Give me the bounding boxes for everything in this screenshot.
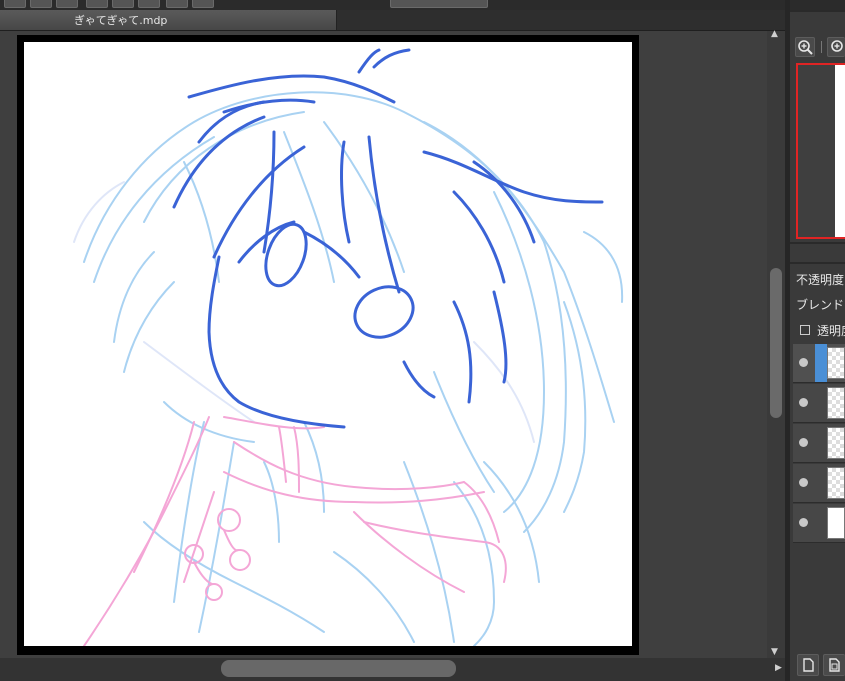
toolbar-button[interactable] [192,0,214,8]
visibility-eye-icon[interactable] [799,398,808,407]
divider [790,10,845,12]
layer-buttons [790,650,845,681]
toolbar-button[interactable] [112,0,134,8]
top-toolbar [0,0,845,10]
layer-thumbnail [827,507,845,539]
zoom-plus-icon[interactable] [827,37,845,57]
visibility-eye-icon[interactable] [799,438,808,447]
toolbar-button[interactable] [30,0,52,8]
layer-row[interactable] [793,504,845,543]
toolbar-button[interactable] [4,0,26,8]
document-tab[interactable]: ぎゃてぎゃて.mdp [0,10,337,30]
navigator-toolbar [790,35,845,59]
layer-thumbnail [827,347,845,379]
vertical-scrollbar[interactable]: ▲ ▼ [767,29,785,658]
horizontal-scroll-thumb[interactable] [221,660,456,677]
layer-selected-indicator [815,344,827,382]
layer-row[interactable] [793,464,845,503]
preserve-alpha-checkbox[interactable] [800,325,810,335]
panel-header [790,0,845,10]
zoom-in-icon[interactable] [795,37,815,57]
horizontal-scrollbar[interactable]: ▶ [0,658,785,681]
preserve-alpha-label: 透明度 [817,324,845,338]
document-tab-strip: ぎゃてぎゃて.mdp [0,10,790,31]
navigator-canvas-thumbnail [835,65,845,237]
layer-thumbnail [827,467,845,499]
navigator-background [798,65,835,237]
document-tab-title: ぎゃてぎゃて.mdp [74,14,168,27]
toolbar-button[interactable] [56,0,78,8]
scroll-right-icon[interactable]: ▶ [775,663,782,673]
layer-row[interactable] [793,384,845,423]
new-layer-from-file-icon[interactable] [823,654,845,676]
vertical-scroll-thumb[interactable] [770,268,782,418]
drawing-canvas[interactable] [24,42,632,646]
blend-label: ブレンド [796,298,845,312]
opacity-label: 不透明度 [796,273,845,287]
new-layer-icon[interactable] [797,654,819,676]
toolbar-button[interactable] [86,0,108,8]
right-panel: 不透明度 ブレンド 透明度 [790,0,845,681]
divider [790,262,845,264]
sketch-artwork [73,48,624,646]
scroll-down-icon[interactable]: ▼ [771,647,778,657]
scroll-up-icon[interactable]: ▲ [771,29,778,39]
visibility-eye-icon[interactable] [799,358,808,367]
divider [790,242,845,244]
layer-thumbnail [827,387,845,419]
toolbar-button[interactable] [138,0,160,8]
layer-row[interactable] [793,344,845,383]
toolbar-separator [821,41,822,53]
toolbar-button[interactable] [166,0,188,8]
navigator-preview[interactable] [796,63,845,239]
layer-row[interactable] [793,424,845,463]
toolbar-field[interactable] [390,0,488,8]
layer-thumbnail [827,427,845,459]
visibility-eye-icon[interactable] [799,518,808,527]
visibility-eye-icon[interactable] [799,478,808,487]
